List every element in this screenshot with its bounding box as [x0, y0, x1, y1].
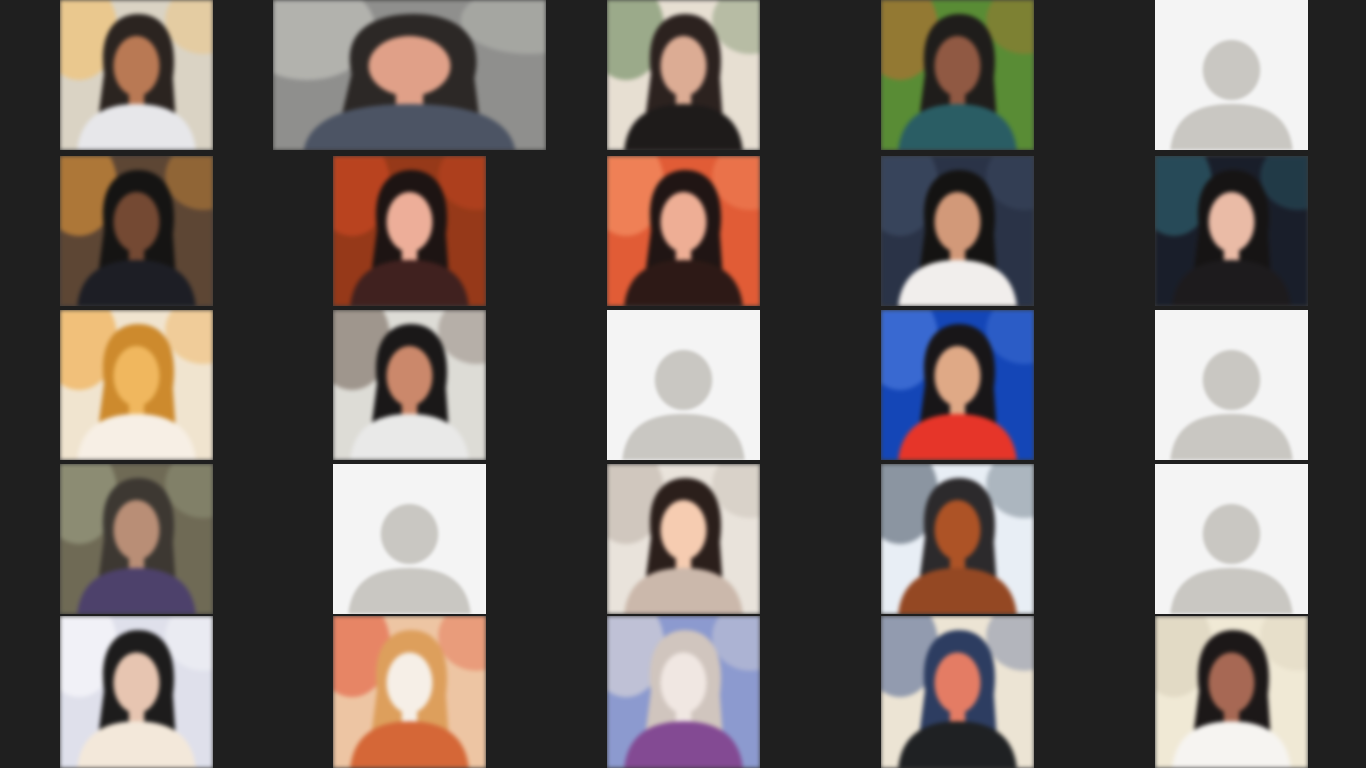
participant-video-tile[interactable] [333, 310, 486, 460]
user-avatar-icon [1155, 464, 1308, 614]
participant-video-tile[interactable] [273, 0, 546, 150]
video-gallery [0, 0, 1366, 768]
participant-video-tile[interactable] [607, 0, 760, 150]
participant-video-feed [607, 0, 760, 150]
participant-video-tile[interactable] [1155, 156, 1308, 306]
participant-video-tile[interactable] [60, 310, 213, 460]
participant-video-feed [881, 464, 1034, 614]
participant-video-feed [60, 156, 213, 306]
participant-video-tile[interactable] [60, 616, 213, 768]
participant-video-tile[interactable] [60, 156, 213, 306]
gallery-column-3 [607, 0, 760, 768]
participant-video-tile[interactable] [1155, 616, 1308, 768]
participant-tile-camera-off[interactable] [1155, 0, 1308, 150]
participant-video-tile[interactable] [881, 310, 1034, 460]
participant-tile-camera-off[interactable] [607, 310, 760, 460]
participant-video-tile[interactable] [881, 0, 1034, 150]
participant-tile-camera-off[interactable] [1155, 310, 1308, 460]
gallery-column-1 [60, 0, 213, 768]
user-avatar-icon [1155, 0, 1308, 150]
participant-video-tile[interactable] [881, 616, 1034, 768]
participant-video-feed [333, 616, 486, 768]
participant-video-tile[interactable] [881, 156, 1034, 306]
participant-video-tile[interactable] [60, 464, 213, 614]
participant-video-tile[interactable] [607, 156, 760, 306]
participant-video-tile[interactable] [607, 616, 760, 768]
gallery-column-5 [1155, 0, 1308, 768]
gallery-column-2 [273, 0, 546, 768]
participant-tile-camera-off[interactable] [1155, 464, 1308, 614]
participant-video-feed [881, 0, 1034, 150]
participant-video-feed [60, 0, 213, 150]
participant-video-tile[interactable] [60, 0, 213, 150]
participant-video-feed [881, 310, 1034, 460]
user-avatar-icon [333, 464, 486, 614]
participant-video-feed [273, 0, 546, 150]
user-avatar-icon [1155, 310, 1308, 460]
participant-video-feed [333, 156, 486, 306]
participant-video-feed [881, 156, 1034, 306]
participant-video-feed [60, 464, 213, 614]
gallery-column-4 [881, 0, 1034, 768]
user-avatar-icon [607, 310, 760, 460]
participant-video-tile[interactable] [881, 464, 1034, 614]
participant-video-feed [60, 310, 213, 460]
participant-video-tile[interactable] [333, 156, 486, 306]
participant-video-feed [607, 616, 760, 768]
participant-video-feed [1155, 156, 1308, 306]
participant-tile-camera-off[interactable] [333, 464, 486, 614]
participant-video-feed [607, 464, 760, 614]
participant-video-tile[interactable] [333, 616, 486, 768]
participant-video-feed [60, 616, 213, 768]
participant-video-tile[interactable] [607, 464, 760, 614]
participant-video-feed [881, 616, 1034, 768]
participant-video-feed [1155, 616, 1308, 768]
participant-video-feed [333, 310, 486, 460]
participant-video-feed [607, 156, 760, 306]
